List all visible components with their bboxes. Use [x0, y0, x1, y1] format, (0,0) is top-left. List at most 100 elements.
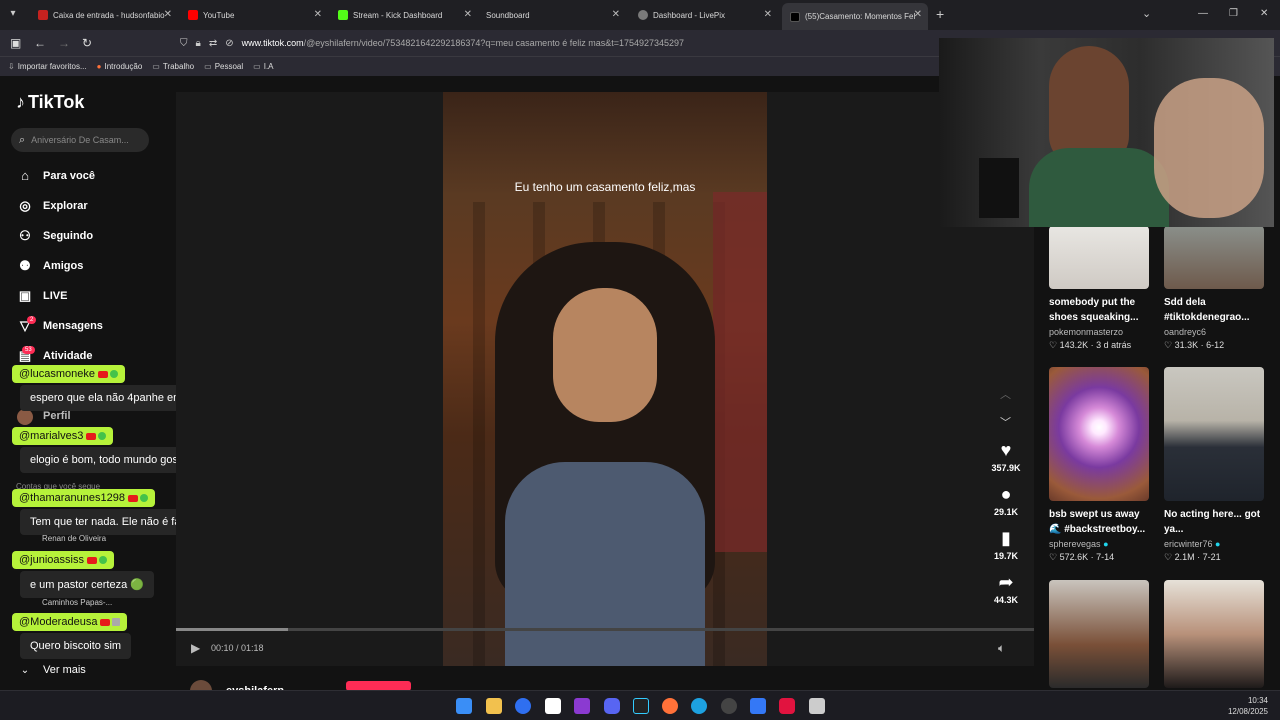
tasks-icon[interactable]	[515, 698, 531, 714]
tab-tiktok[interactable]: (55)Casamento: Momentos Feliz ✕	[782, 3, 928, 30]
firefox-icon: ●	[96, 62, 102, 71]
related-video-card[interactable]: bsb swept us away 🌊 #backstreetboy... sp…	[1049, 367, 1149, 563]
video-user[interactable]: pokemonmasterzo	[1049, 327, 1149, 337]
see-more-button[interactable]: ⌄ Ver mais	[16, 664, 86, 676]
opera-icon[interactable]	[779, 698, 795, 714]
play-icon[interactable]: ▶	[191, 641, 200, 655]
followed-account[interactable]: Caminhos Papas-...	[42, 598, 112, 607]
share-button[interactable]: ➦ 44.3K	[986, 572, 1026, 605]
comment-button[interactable]: ● 29.1K	[986, 484, 1026, 517]
start-icon[interactable]	[456, 698, 472, 714]
nav-explore[interactable]: ◎ Explorar	[16, 198, 87, 214]
streamer-shirt	[1029, 148, 1169, 227]
follow-button[interactable]	[346, 681, 411, 690]
tiktok-logo[interactable]: ♪ TikTok	[16, 92, 84, 113]
tab-livepix[interactable]: Dashboard - LivePix ✕	[630, 0, 778, 30]
followed-account[interactable]: Renan de Oliveira	[42, 534, 106, 543]
tab-list-icon[interactable]: ▾	[6, 8, 20, 22]
related-video-card[interactable]: somebody put the shoes squeaking... poke…	[1049, 226, 1149, 351]
blocked-icon: ⊘	[225, 37, 234, 49]
back-icon[interactable]: ←	[34, 36, 46, 50]
obs-icon[interactable]	[721, 698, 737, 714]
youtube-icon	[86, 556, 97, 564]
related-video-card[interactable]: Sdd dela #tiktokdenegrao... oandreyc6 ♡ …	[1164, 226, 1264, 351]
share-icon: ➦	[998, 572, 1014, 592]
chat-text: Quero biscoito sim	[20, 633, 132, 659]
nav-live[interactable]: ▣ LIVE	[16, 288, 68, 304]
app-icon[interactable]	[750, 698, 766, 714]
save-button[interactable]: ▮ 19.7K	[986, 528, 1026, 561]
search-placeholder: Aniversário De Casam...	[31, 135, 129, 145]
close-icon[interactable]: ✕	[612, 9, 620, 20]
like-button[interactable]: ♥ 357.9K	[986, 440, 1026, 473]
video-user[interactable]: spherevegas ●	[1049, 539, 1149, 549]
discord-icon[interactable]	[604, 698, 620, 714]
video-frame[interactable]: Eu tenho um casamento feliz,mas	[443, 92, 767, 666]
nav-friends[interactable]: ⚉ Amigos	[16, 258, 83, 274]
tab-label: Dashboard - LivePix	[653, 10, 726, 20]
video-user[interactable]: ericwinter76 ●	[1164, 539, 1264, 549]
video-progress-bar[interactable]	[176, 628, 1034, 631]
system-clock[interactable]: 10:34 12/08/2025	[1228, 695, 1268, 717]
bookmark-ia[interactable]: ▭ I.A	[253, 62, 273, 71]
close-window-icon[interactable]: ✕	[1260, 8, 1268, 19]
new-tab-button[interactable]: +	[936, 6, 944, 22]
bookmark-pessoal[interactable]: ▭ Pessoal	[204, 62, 243, 71]
close-icon[interactable]: ✕	[314, 9, 322, 20]
related-video-card[interactable]: No acting here... got ya... ericwinter76…	[1164, 367, 1264, 563]
nav-for-you[interactable]: ⌂ Para você	[16, 168, 95, 183]
streamer-hand	[1154, 78, 1264, 218]
reload-icon[interactable]: ↻	[82, 36, 92, 50]
chevron-down-icon[interactable]: ⌄	[1142, 7, 1151, 20]
nav-following[interactable]: ⚇ Seguindo	[16, 228, 93, 244]
bookmark-introducao[interactable]: ● Introdução	[97, 62, 143, 71]
close-icon[interactable]: ✕	[164, 9, 172, 20]
chat-text: elogio é bom, todo mundo gosta	[20, 447, 198, 473]
forward-icon[interactable]: →	[58, 36, 70, 50]
search-input[interactable]: ⌕ Aniversário De Casam...	[11, 128, 149, 152]
previous-video-icon[interactable]: ︿	[1000, 386, 1011, 402]
video-thumbnail[interactable]	[1049, 367, 1149, 501]
firefox-icon[interactable]	[662, 698, 678, 714]
sidebar-toggle-icon[interactable]: ▣	[10, 36, 21, 50]
close-icon[interactable]: ✕	[914, 9, 922, 20]
bookmark-label: Introdução	[104, 62, 143, 71]
obsidian-icon[interactable]	[574, 698, 590, 714]
tab-youtube[interactable]: YouTube ✕	[180, 0, 328, 30]
maximize-icon[interactable]: ❐	[1229, 8, 1238, 19]
bookmark-import[interactable]: ⇩ Importar favoritos...	[8, 62, 87, 71]
related-video-card[interactable]	[1049, 580, 1149, 688]
related-video-card[interactable]	[1164, 580, 1264, 688]
file-explorer-icon[interactable]	[486, 698, 502, 714]
calendar-icon[interactable]	[809, 698, 825, 714]
kick-icon	[338, 10, 348, 20]
close-icon[interactable]: ✕	[764, 9, 772, 20]
tab-gmail[interactable]: Caixa de entrada - hudsonfabio ✕	[30, 0, 178, 30]
video-author[interactable]: eyshilafern	[190, 680, 284, 690]
tiktok-note-icon: ♪	[16, 92, 25, 112]
tab-soundboard[interactable]: Soundboard ✕	[478, 0, 626, 30]
address-bar[interactable]: ⛉ 🔒︎ ⇄ ⊘ www.tiktok.com /@eyshilafern/vi…	[180, 33, 940, 53]
video-user[interactable]: oandreyc6	[1164, 327, 1264, 337]
notion-icon[interactable]	[545, 698, 561, 714]
video-thumbnail[interactable]	[1049, 580, 1149, 688]
close-icon[interactable]: ✕	[464, 9, 472, 20]
chat-username: @marialves3	[12, 427, 114, 445]
live-icon: ▣	[18, 288, 32, 303]
edge-icon[interactable]	[691, 698, 707, 714]
monitor-icon[interactable]	[633, 698, 649, 714]
chat-message: @junioassiss e um pastor certeza 🟢	[12, 550, 154, 598]
youtube-icon	[188, 10, 198, 20]
video-thumbnail[interactable]	[1049, 226, 1149, 289]
video-thumbnail[interactable]	[1164, 226, 1264, 289]
video-thumbnail[interactable]	[1164, 580, 1264, 688]
minimize-icon[interactable]: —	[1198, 8, 1208, 19]
video-player[interactable]: Eu tenho um casamento feliz,mas ▶ 00:10 …	[176, 92, 1034, 666]
video-stats: ♡ 31.3K · 6-12	[1164, 340, 1225, 350]
volume-icon[interactable]: 🔈︎	[998, 641, 1005, 656]
avatar	[190, 680, 212, 690]
tab-kick[interactable]: Stream - Kick Dashboard ✕	[330, 0, 478, 30]
next-video-icon[interactable]: ﹀	[1000, 414, 1011, 430]
video-thumbnail[interactable]	[1164, 367, 1264, 501]
bookmark-trabalho[interactable]: ▭ Trabalho	[152, 62, 194, 71]
